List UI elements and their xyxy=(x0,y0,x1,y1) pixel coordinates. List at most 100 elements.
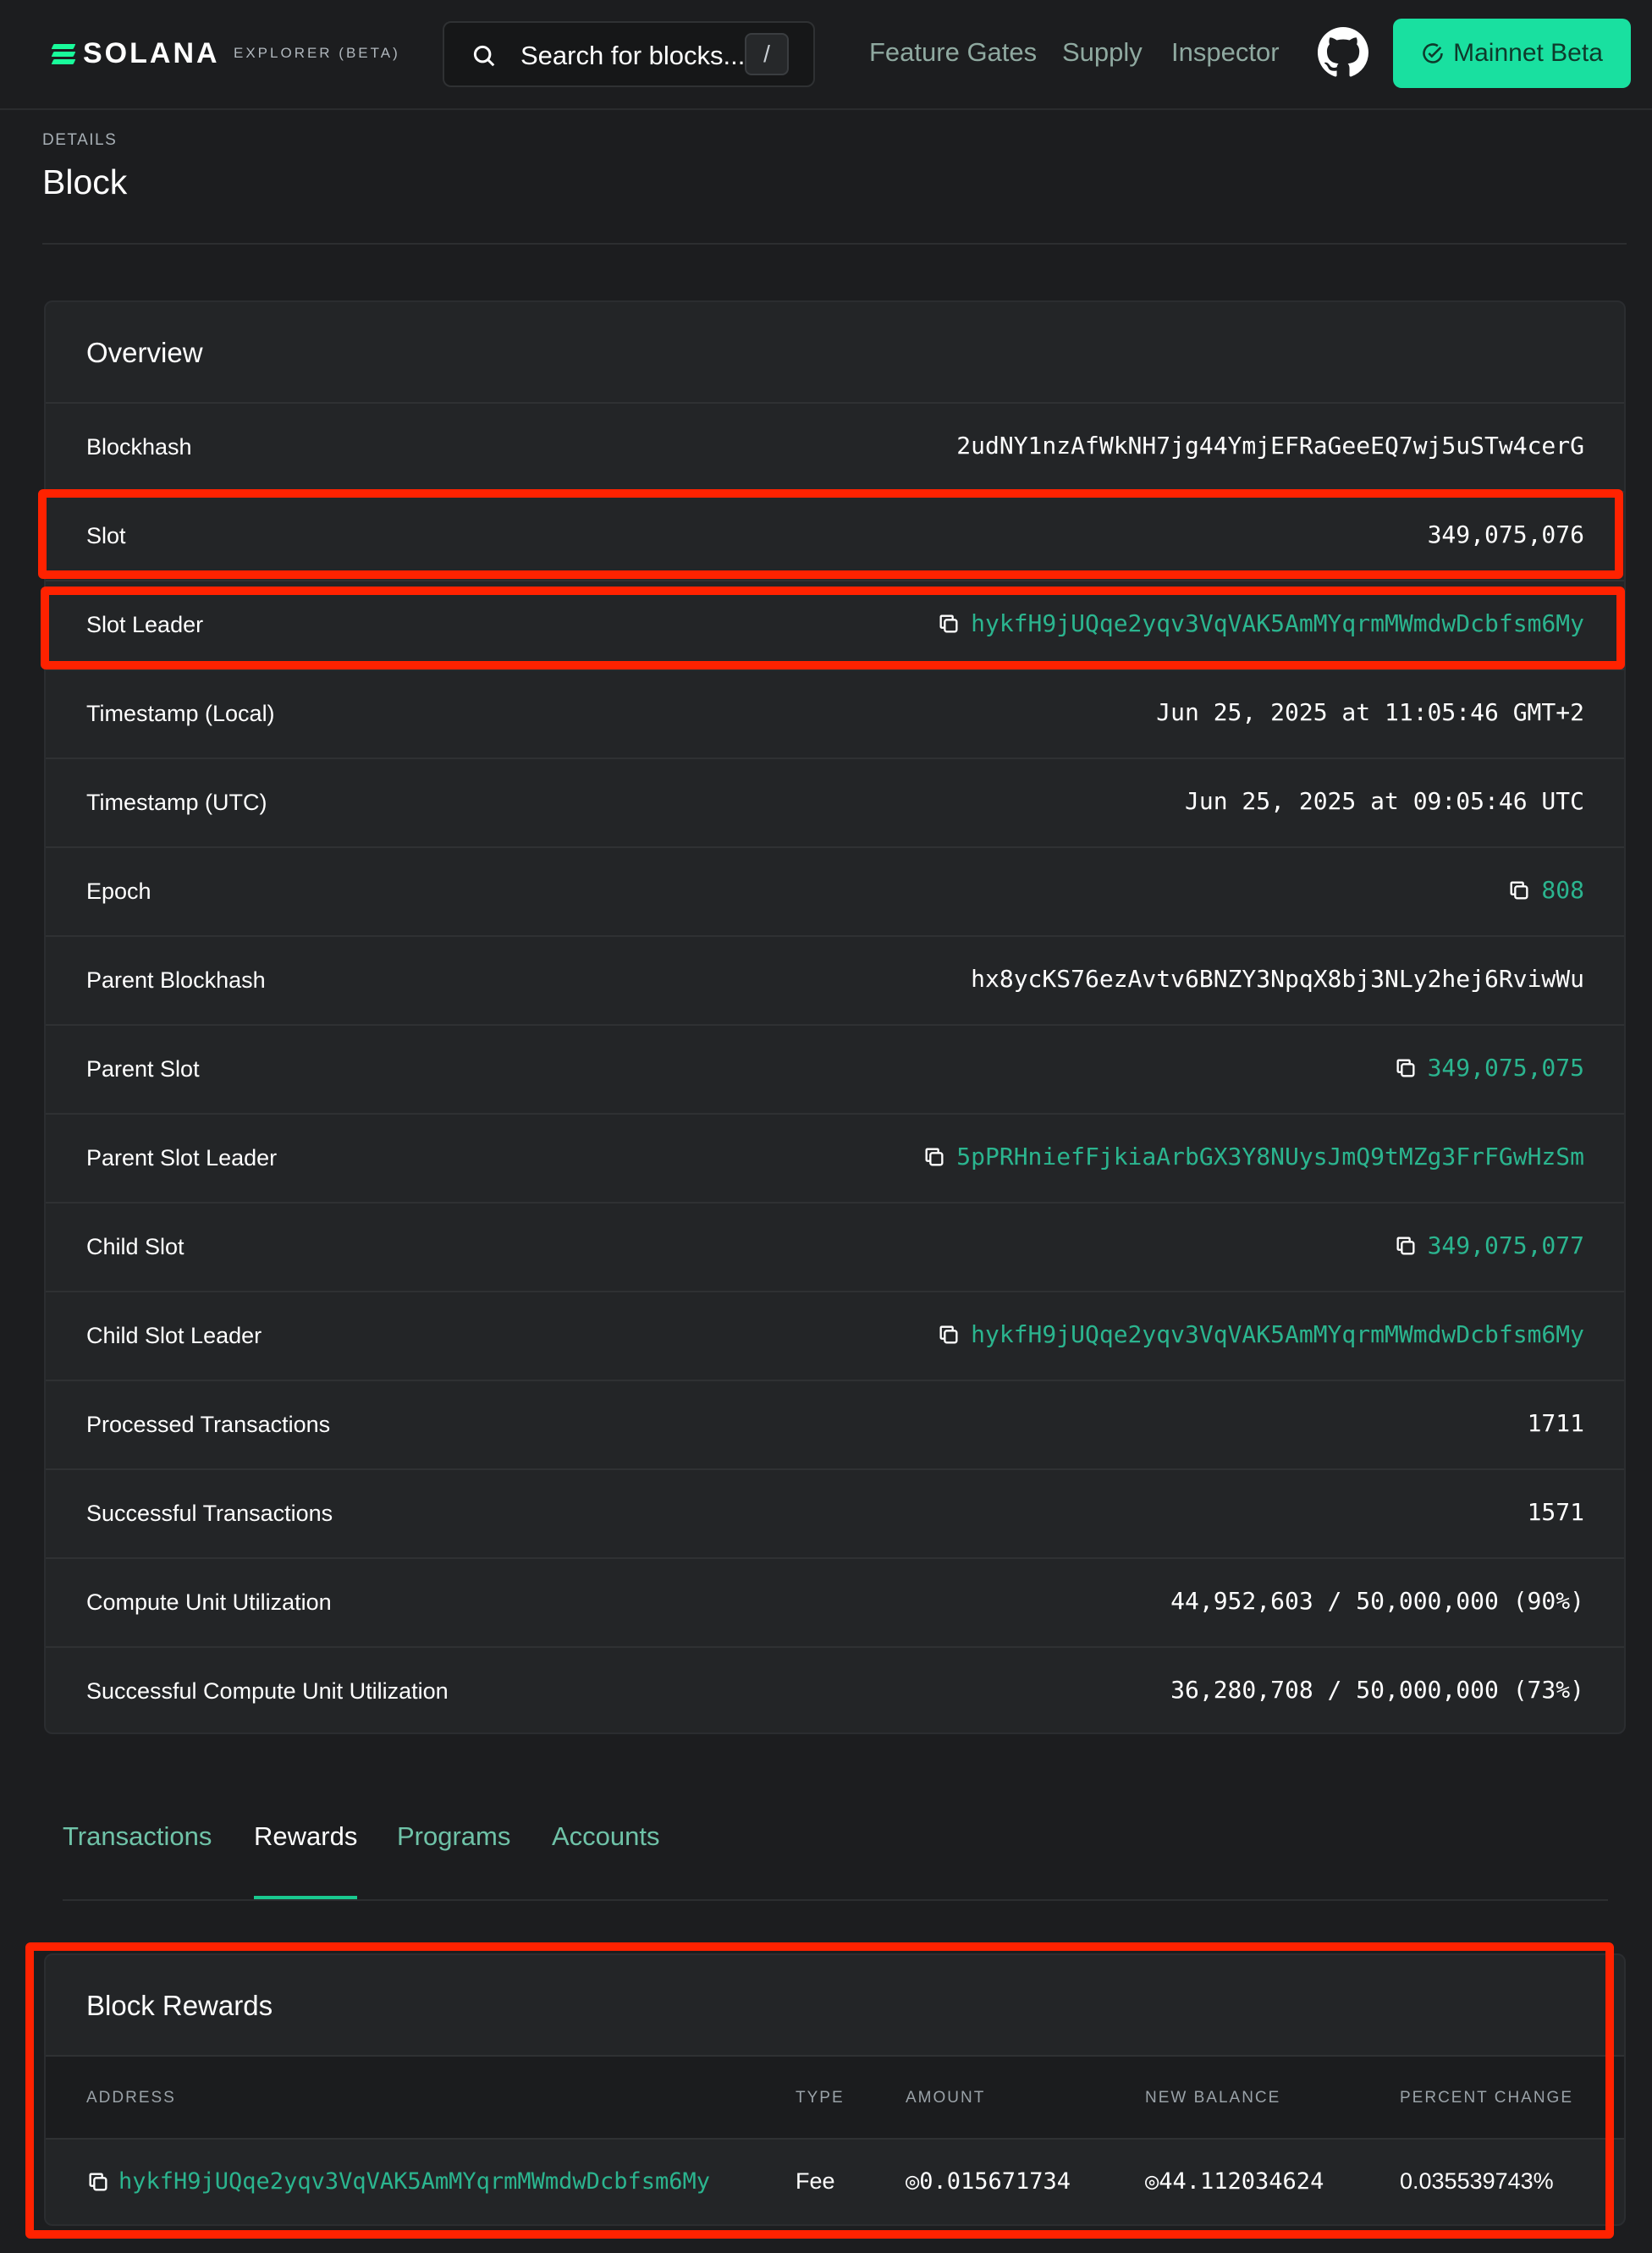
row-label: Blockhash xyxy=(86,434,192,460)
row-value-text: 349,075,077 xyxy=(1427,1231,1584,1259)
rewards-card-header: Block Rewards xyxy=(46,1955,1624,2057)
row-label: Parent Slot xyxy=(86,1056,200,1082)
overview-row-compute-unit-utilization: Compute Unit Utilization 44,952,603 / 50,… xyxy=(46,1559,1624,1648)
tab-accounts[interactable]: Accounts xyxy=(552,1821,660,1899)
row-value-text: 2udNY1nzAfWkNH7jg44YmjEFRaGeeEQ7wj5uSTw4… xyxy=(956,432,1584,460)
copy-icon[interactable] xyxy=(86,2170,110,2194)
row-label: Slot Leader xyxy=(86,612,204,637)
nav-link-feature-gates[interactable]: Feature Gates xyxy=(869,37,1037,68)
row-label: Parent Slot Leader xyxy=(86,1145,278,1171)
overview-row-parent-slot-leader: Parent Slot Leader 5pPRHniefFjkiaArbGX3Y8… xyxy=(46,1115,1624,1204)
col-percent-change: PERCENT CHANGE xyxy=(1400,2089,1574,2107)
nav-link-inspector[interactable]: Inspector xyxy=(1171,37,1280,68)
row-label: Slot xyxy=(86,523,126,548)
overview-row-slot-leader: Slot Leader hykfH9jUQqe2yqv3VqVAK5AmMYqrm… xyxy=(46,581,1624,670)
reward-address: hykfH9jUQqe2yqv3VqVAK5AmMYqrmMWmdwDcbfsm… xyxy=(118,2168,710,2195)
overview-title: Overview xyxy=(86,337,203,368)
row-label: Compute Unit Utilization xyxy=(86,1589,332,1615)
copy-icon[interactable] xyxy=(937,1323,961,1347)
reward-percent-change: 0.035539743% xyxy=(1400,2168,1554,2194)
row-value-link[interactable]: 349,075,077 xyxy=(1394,1231,1584,1259)
overview-row-parent-slot: Parent Slot 349,075,075 xyxy=(46,1026,1624,1115)
block-tabs: Transactions Rewards Programs Accounts xyxy=(63,1811,1608,1901)
row-value-text: 44,952,603 / 50,000,000 (90%) xyxy=(1170,1587,1584,1615)
row-value-text: hykfH9jUQqe2yqv3VqVAK5AmMYqrmMWmdwDcbfsm… xyxy=(971,609,1584,637)
copy-icon[interactable] xyxy=(922,1145,946,1169)
row-value: 44,952,603 / 50,000,000 (90%) xyxy=(1170,1587,1584,1615)
rewards-title: Block Rewards xyxy=(86,1990,273,2021)
overview-row-processed-transactions: Processed Transactions 1711 xyxy=(46,1381,1624,1470)
cluster-button[interactable]: Mainnet Beta xyxy=(1393,19,1631,88)
row-label: Epoch xyxy=(86,879,151,904)
reward-amount: ◎0.015671734 xyxy=(906,2168,1071,2195)
tab-rewards[interactable]: Rewards xyxy=(254,1821,358,1899)
row-value-link[interactable]: 808 xyxy=(1507,876,1584,904)
col-address: ADDRESS xyxy=(86,2089,176,2107)
overview-row-blockhash: Blockhash 2udNY1nzAfWkNH7jg44YmjEFRaGeeEQ… xyxy=(46,404,1624,493)
copy-icon[interactable] xyxy=(1394,1234,1418,1258)
row-value: 349,075,076 xyxy=(1428,521,1584,548)
row-value-link[interactable]: hykfH9jUQqe2yqv3VqVAK5AmMYqrmMWmdwDcbfsm… xyxy=(937,1320,1584,1348)
cluster-button-label: Mainnet Beta xyxy=(1453,39,1603,67)
search-shortcut-key: / xyxy=(745,33,789,75)
copy-icon[interactable] xyxy=(937,612,961,636)
row-value-text: 349,075,076 xyxy=(1427,521,1584,548)
row-label: Successful Compute Unit Utilization xyxy=(86,1678,449,1704)
row-value-text: hx8ycKS76ezAvtv6BNZY3NpqX8bj3NLy2hej6Rvi… xyxy=(971,965,1584,993)
overview-card: Overview Blockhash 2udNY1nzAfWkNH7jg44Ymj… xyxy=(44,300,1626,1734)
overview-row-child-slot: Child Slot 349,075,077 xyxy=(46,1204,1624,1292)
overview-row-successful-compute-unit-utilization: Successful Compute Unit Utilization 36,28… xyxy=(46,1648,1624,1737)
copy-icon[interactable] xyxy=(1394,1056,1418,1080)
solana-logo[interactable]: SOLANA xyxy=(51,37,220,70)
reward-address-link[interactable]: hykfH9jUQqe2yqv3VqVAK5AmMYqrmMWmdwDcbfsm… xyxy=(86,2168,710,2195)
overview-row-parent-blockhash: Parent Blockhash hx8ycKS76ezAvtv6BNZY3Npq… xyxy=(46,937,1624,1026)
overview-row-epoch: Epoch 808 xyxy=(46,848,1624,937)
tab-programs[interactable]: Programs xyxy=(397,1821,510,1899)
overview-row-timestamp-utc: Timestamp (UTC) Jun 25, 2025 at 09:05:46 … xyxy=(46,759,1624,848)
reward-type: Fee xyxy=(796,2168,835,2194)
row-value-link[interactable]: 5pPRHniefFjkiaArbGX3Y8NUysJmQ9tMZg3FrFGw… xyxy=(922,1143,1584,1171)
table-row: hykfH9jUQqe2yqv3VqVAK5AmMYqrmMWmdwDcbfsm… xyxy=(46,2140,1624,2224)
row-value-text: 5pPRHniefFjkiaArbGX3Y8NUysJmQ9tMZg3FrFGw… xyxy=(956,1143,1584,1171)
col-type: TYPE xyxy=(796,2089,845,2107)
logo-subtitle: EXPLORER (BETA) xyxy=(234,45,400,61)
page-eyebrow: DETAILS xyxy=(42,131,118,149)
copy-icon[interactable] xyxy=(1507,879,1531,902)
solana-mark-icon xyxy=(51,43,76,65)
overview-row-child-slot-leader: Child Slot Leader hykfH9jUQqe2yqv3VqVAK5A… xyxy=(46,1292,1624,1381)
row-value-text: 808 xyxy=(1541,876,1584,904)
row-label: Successful Transactions xyxy=(86,1501,333,1526)
overview-row-successful-transactions: Successful Transactions 1571 xyxy=(46,1470,1624,1559)
overview-table: Blockhash 2udNY1nzAfWkNH7jg44YmjEFRaGeeEQ… xyxy=(46,404,1624,1737)
row-value-link[interactable]: 349,075,075 xyxy=(1394,1054,1584,1082)
nav-link-supply[interactable]: Supply xyxy=(1062,37,1143,68)
row-value: 2udNY1nzAfWkNH7jg44YmjEFRaGeeEQ7wj5uSTw4… xyxy=(956,432,1584,460)
check-circle-icon xyxy=(1423,43,1443,63)
row-value-text: 1571 xyxy=(1527,1498,1584,1526)
header-divider xyxy=(42,243,1627,245)
row-value: 1711 xyxy=(1528,1409,1584,1437)
row-value-text: Jun 25, 2025 at 11:05:46 GMT+2 xyxy=(1156,698,1584,726)
row-label: Child Slot Leader xyxy=(86,1323,262,1348)
rewards-table-header: ADDRESS TYPE AMOUNT NEW BALANCE PERCENT … xyxy=(46,2057,1624,2140)
navbar: SOLANA EXPLORER (BETA) Search for blocks… xyxy=(0,0,1652,110)
tab-transactions[interactable]: Transactions xyxy=(63,1821,212,1899)
row-value-text: hykfH9jUQqe2yqv3VqVAK5AmMYqrmMWmdwDcbfsm… xyxy=(971,1320,1584,1348)
github-icon[interactable] xyxy=(1318,27,1368,78)
search-input[interactable]: Search for blocks... / xyxy=(443,21,815,87)
row-label: Parent Blockhash xyxy=(86,967,266,993)
search-icon xyxy=(473,45,495,67)
page-title: Block xyxy=(42,163,128,201)
row-value-text: 349,075,075 xyxy=(1427,1054,1584,1082)
logo-text: SOLANA xyxy=(83,37,220,69)
row-value: Jun 25, 2025 at 11:05:46 GMT+2 xyxy=(1156,698,1584,726)
row-value: hx8ycKS76ezAvtv6BNZY3NpqX8bj3NLy2hej6Rvi… xyxy=(971,965,1584,993)
row-value: Jun 25, 2025 at 09:05:46 UTC xyxy=(1185,787,1584,815)
reward-new-balance: ◎44.112034624 xyxy=(1145,2168,1324,2195)
row-label: Processed Transactions xyxy=(86,1412,331,1437)
row-value-link[interactable]: hykfH9jUQqe2yqv3VqVAK5AmMYqrmMWmdwDcbfsm… xyxy=(937,609,1584,637)
row-label: Child Slot xyxy=(86,1234,184,1259)
row-value-text: 36,280,708 / 50,000,000 (73%) xyxy=(1170,1676,1584,1704)
overview-row-slot: Slot 349,075,076 xyxy=(46,493,1624,581)
row-value-text: 1711 xyxy=(1527,1409,1584,1437)
